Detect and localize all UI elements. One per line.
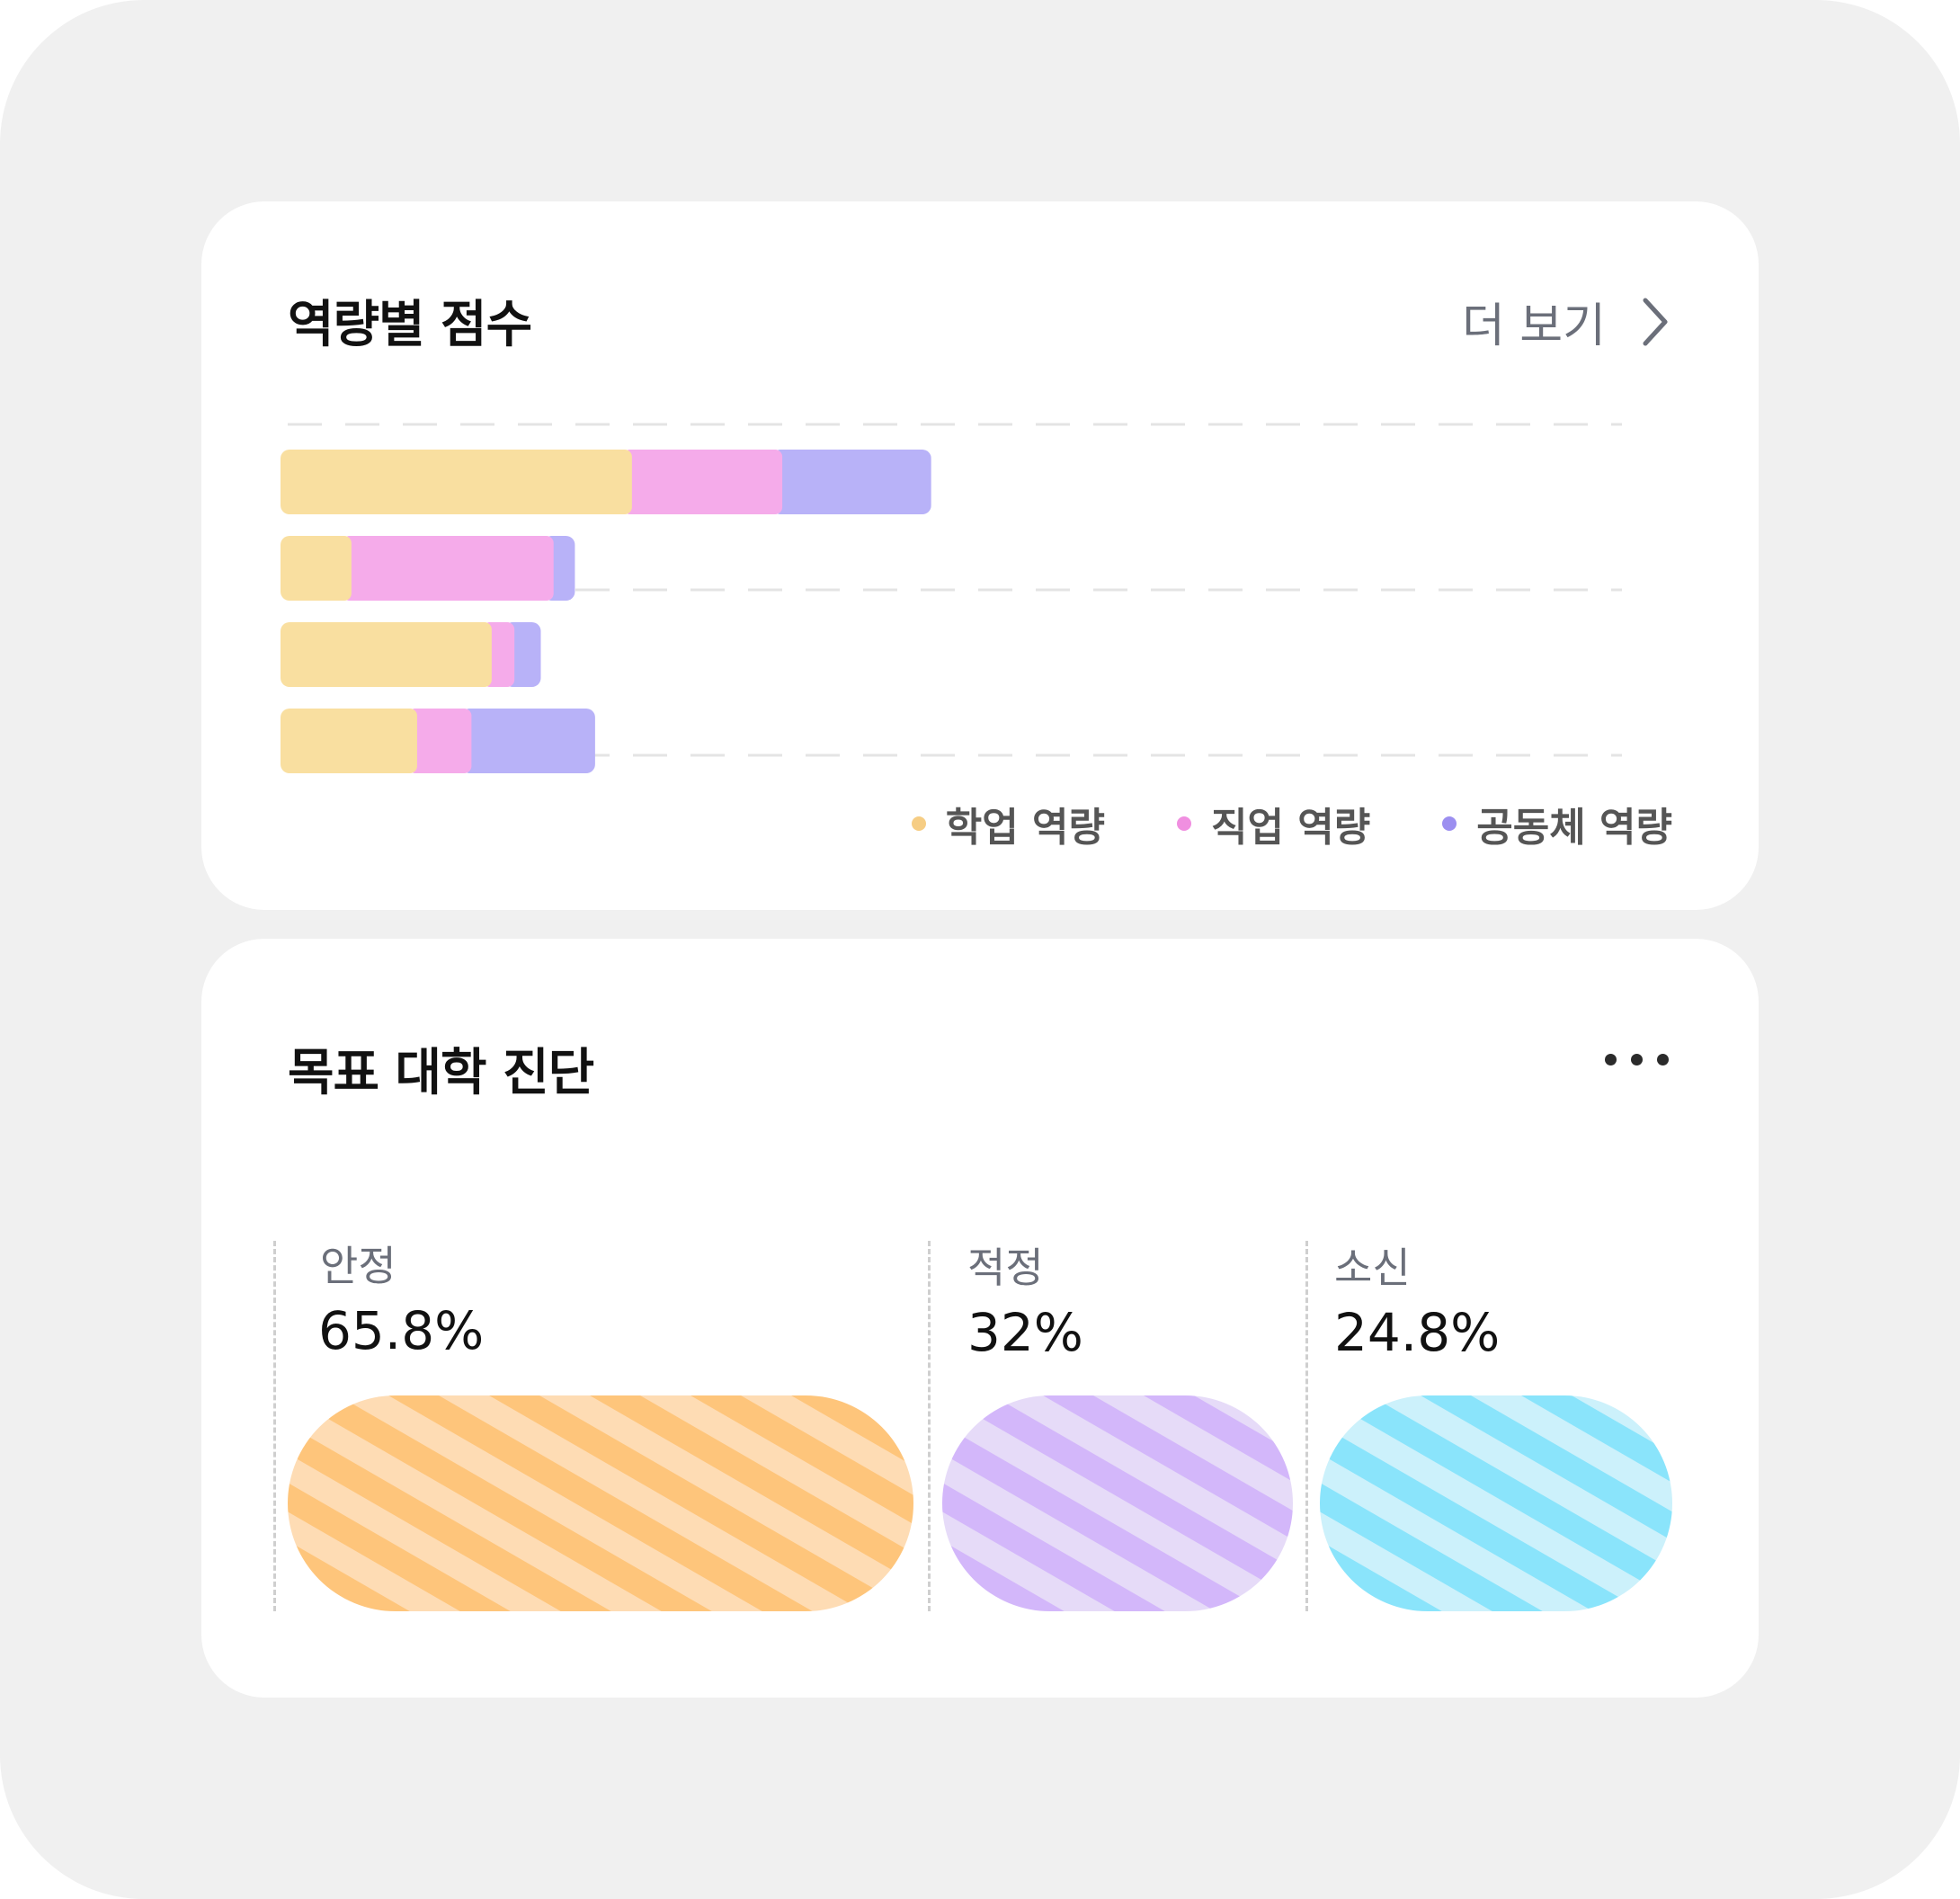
stripe-pattern <box>1320 1395 1672 1611</box>
diagnosis-column-reach <box>1305 1241 1308 1611</box>
column-label: 소신 <box>1334 1244 1411 1292</box>
column-value: 65.8% <box>318 1300 485 1361</box>
bar-row <box>281 450 931 514</box>
legend-label: 학업 역량 <box>945 805 1106 851</box>
diagnosis-column-safe <box>273 1241 276 1611</box>
diagnosis-column-fit <box>928 1241 931 1611</box>
safe-pill <box>288 1395 913 1611</box>
bar-row <box>281 709 595 773</box>
stripe-pattern <box>942 1395 1293 1611</box>
legend-label: 공동체 역량 <box>1476 805 1672 851</box>
bar-segment <box>281 622 492 687</box>
app-frame: 역량별 점수 더 보기 학업 역량 직업 역량 공동체 역량 목표 대학 진단 … <box>0 0 1960 1899</box>
legend-item: 학업 역량 <box>911 795 1106 852</box>
bar-segment <box>773 450 931 514</box>
bar-segment <box>342 536 554 601</box>
target-university-card: 목표 대학 진단 안정 65.8% 적정 32% 소신 24.8% <box>201 939 1759 1698</box>
legend-dot <box>1177 816 1192 831</box>
bar-segment <box>281 709 417 773</box>
bar-segment <box>462 709 595 773</box>
bar-row <box>281 622 541 687</box>
card-title: 목표 대학 진단 <box>288 1044 594 1102</box>
legend-dot <box>911 816 926 831</box>
column-label: 안정 <box>320 1242 396 1290</box>
chart-legend: 학업 역량 직업 역량 공동체 역량 <box>911 795 1672 852</box>
column-value: 32% <box>967 1302 1083 1363</box>
bar-segment <box>407 709 472 773</box>
legend-item: 직업 역량 <box>1177 795 1370 852</box>
bar-segment <box>281 450 632 514</box>
bar-row <box>281 536 575 601</box>
legend-dot <box>1442 816 1457 831</box>
bar-segment <box>622 450 783 514</box>
column-value: 24.8% <box>1334 1302 1501 1363</box>
legend-item: 공동체 역량 <box>1442 795 1672 852</box>
reach-pill <box>1320 1395 1672 1611</box>
more-options-icon[interactable] <box>1605 1054 1669 1065</box>
stripe-pattern <box>288 1395 913 1611</box>
column-label: 적정 <box>967 1244 1044 1292</box>
legend-label: 직업 역량 <box>1211 805 1371 851</box>
competency-score-card: 역량별 점수 더 보기 학업 역량 직업 역량 공동체 역량 <box>201 201 1759 910</box>
bar-segment <box>281 536 352 601</box>
fit-pill <box>942 1395 1293 1611</box>
